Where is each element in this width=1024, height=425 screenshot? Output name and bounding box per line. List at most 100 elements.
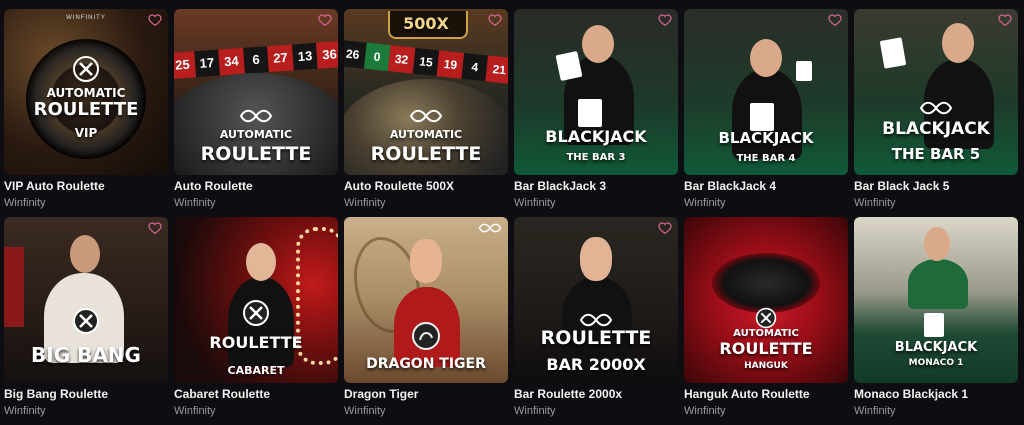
favorite-heart-icon[interactable] xyxy=(998,13,1012,27)
game-card[interactable]: ROULETTE BAR 2000X Bar Roulette 2000x Wi… xyxy=(514,217,678,425)
game-thumbnail[interactable]: BLACKJACK THE BAR 5 xyxy=(854,9,1018,175)
brand-logo: WINFINITY xyxy=(66,15,106,21)
wheel-number-strip: 26 0 32 15 19 4 21 xyxy=(344,40,508,84)
favorite-heart-icon[interactable] xyxy=(658,221,672,235)
game-card[interactable]: BLACKJACK THE BAR 3 Bar BlackJack 3 Winf… xyxy=(514,9,678,217)
winfinity-logo-icon xyxy=(478,223,502,233)
game-card[interactable]: 500X 26 0 32 15 19 4 21 AUTOMATIC ROULET… xyxy=(344,9,508,217)
game-provider: Winfinity xyxy=(344,405,386,417)
favorite-heart-icon[interactable] xyxy=(488,13,502,27)
game-thumbnail[interactable]: BLACKJACK MONACO 1 xyxy=(854,217,1018,383)
game-card[interactable]: BLACKJACK MONACO 1 Monaco Blackjack 1 Wi… xyxy=(854,217,1018,425)
game-title[interactable]: Bar Roulette 2000x xyxy=(514,387,622,401)
wheel-number: 32 xyxy=(387,45,416,74)
dealer-head xyxy=(410,239,442,283)
winfinity-logo-icon xyxy=(243,300,269,326)
wheel-number: 34 xyxy=(218,47,245,76)
game-title[interactable]: VIP Auto Roulette xyxy=(4,179,105,193)
game-card[interactable]: BLACKJACK THE BAR 4 Bar BlackJack 4 Winf… xyxy=(684,9,848,217)
dealer-figure xyxy=(908,259,968,309)
overlay-line-2: CABARET xyxy=(227,364,285,377)
side-neon-sign xyxy=(4,247,24,327)
overlay-line-1: ROULETTE xyxy=(540,327,652,349)
favorite-heart-icon[interactable] xyxy=(318,13,332,27)
wheel-number: 17 xyxy=(193,49,221,78)
dealer-head xyxy=(70,235,100,273)
playing-cards-graphic xyxy=(924,313,944,337)
game-thumbnail[interactable]: ROULETTE BAR 2000X xyxy=(514,217,678,383)
game-title[interactable]: Bar BlackJack 3 xyxy=(514,179,606,193)
winfinity-logo-icon xyxy=(409,109,443,123)
overlay-line-2: ROULETTE xyxy=(33,99,139,120)
game-provider: Winfinity xyxy=(344,197,386,209)
winfinity-logo-icon xyxy=(755,307,777,329)
overlay-line-1: 500X xyxy=(403,14,449,33)
game-thumbnail[interactable]: BLACKJACK THE BAR 3 xyxy=(514,9,678,175)
game-grid: WINFINITY AUTOMATIC ROULETTE VIP VIP Aut… xyxy=(4,9,1018,425)
overlay-line-2: THE BAR 3 xyxy=(566,152,626,163)
overlay-line-2: THE BAR 5 xyxy=(891,145,981,163)
game-provider: Winfinity xyxy=(4,405,46,417)
winfinity-logo-icon xyxy=(579,313,613,327)
overlay-line-3: ROULETTE xyxy=(370,143,482,165)
game-title[interactable]: Big Bang Roulette xyxy=(4,387,108,401)
game-card[interactable]: AUTOMATIC ROULETTE HANGUK Hanguk Auto Ro… xyxy=(684,217,848,425)
wheel-number: 0 xyxy=(363,42,391,72)
game-thumbnail[interactable]: BIG BANG xyxy=(4,217,168,383)
game-thumbnail[interactable]: ROULETTE CABARET xyxy=(174,217,338,383)
favorite-heart-icon[interactable] xyxy=(148,221,162,235)
game-card[interactable]: 25 17 34 6 27 13 36 AUTOMATIC ROULETTE A… xyxy=(174,9,338,217)
favorite-heart-icon[interactable] xyxy=(148,13,162,27)
overlay-line-1: BLACKJACK xyxy=(545,127,647,146)
game-title[interactable]: Auto Roulette 500X xyxy=(344,179,454,193)
game-title[interactable]: Auto Roulette xyxy=(174,179,253,193)
overlay-line-2: THE BAR 4 xyxy=(736,153,796,164)
dragon-tiger-logo-icon xyxy=(412,322,440,350)
game-thumbnail[interactable]: BLACKJACK THE BAR 4 xyxy=(684,9,848,175)
dealer-head xyxy=(580,237,612,281)
game-title[interactable]: Monaco Blackjack 1 xyxy=(854,387,968,401)
game-title[interactable]: Cabaret Roulette xyxy=(174,387,270,401)
game-provider: Winfinity xyxy=(514,405,556,417)
overlay-line-2: ROULETTE xyxy=(200,143,312,165)
game-title[interactable]: Bar BlackJack 4 xyxy=(684,179,776,193)
game-title[interactable]: Hanguk Auto Roulette xyxy=(684,387,810,401)
playing-cards-graphic xyxy=(879,37,907,69)
overlay-line-1: AUTOMATIC xyxy=(733,328,799,339)
game-card[interactable]: BIG BANG Big Bang Roulette Winfinity xyxy=(4,217,168,425)
playing-cards-graphic xyxy=(578,99,602,127)
dealer-head xyxy=(924,227,950,261)
playing-cards-graphic xyxy=(555,50,583,82)
game-card[interactable]: DRAGON TIGER Dragon Tiger Winfinity xyxy=(344,217,508,425)
wheel-number: 15 xyxy=(412,47,440,77)
favorite-heart-icon[interactable] xyxy=(828,13,842,27)
game-card[interactable]: WINFINITY AUTOMATIC ROULETTE VIP VIP Aut… xyxy=(4,9,168,217)
game-card[interactable]: ROULETTE CABARET Cabaret Roulette Winfin… xyxy=(174,217,338,425)
roulette-wheel-graphic xyxy=(712,253,820,313)
overlay-line-1: BLACKJACK xyxy=(882,119,990,139)
game-provider: Winfinity xyxy=(684,405,726,417)
game-provider: Winfinity xyxy=(4,197,46,209)
favorite-heart-icon[interactable] xyxy=(658,13,672,27)
game-provider: Winfinity xyxy=(174,197,216,209)
game-title[interactable]: Bar Black Jack 5 xyxy=(854,179,949,193)
winfinity-logo-icon xyxy=(73,308,99,334)
playing-cards-graphic xyxy=(750,103,774,131)
overlay-line-3: VIP xyxy=(74,126,98,140)
overlay-line-2: ROULETTE xyxy=(719,339,813,358)
game-title[interactable]: Dragon Tiger xyxy=(344,387,418,401)
game-card[interactable]: BLACKJACK THE BAR 5 Bar Black Jack 5 Win… xyxy=(854,9,1018,217)
game-thumbnail[interactable]: AUTOMATIC ROULETTE HANGUK xyxy=(684,217,848,383)
overlay-line-1: BLACKJACK xyxy=(718,129,814,147)
game-thumbnail[interactable]: WINFINITY AUTOMATIC ROULETTE VIP xyxy=(4,9,168,175)
game-thumbnail[interactable]: 25 17 34 6 27 13 36 AUTOMATIC ROULETTE xyxy=(174,9,338,175)
game-provider: Winfinity xyxy=(514,197,556,209)
overlay-line-3: HANGUK xyxy=(744,361,788,371)
game-thumbnail[interactable]: DRAGON TIGER xyxy=(344,217,508,383)
dealer-head xyxy=(582,25,614,63)
wheel-number: 4 xyxy=(461,52,489,82)
playing-cards-graphic xyxy=(796,61,812,81)
game-thumbnail[interactable]: 500X 26 0 32 15 19 4 21 AUTOMATIC ROULET… xyxy=(344,9,508,175)
game-provider: Winfinity xyxy=(174,405,216,417)
dealer-head xyxy=(750,39,782,77)
